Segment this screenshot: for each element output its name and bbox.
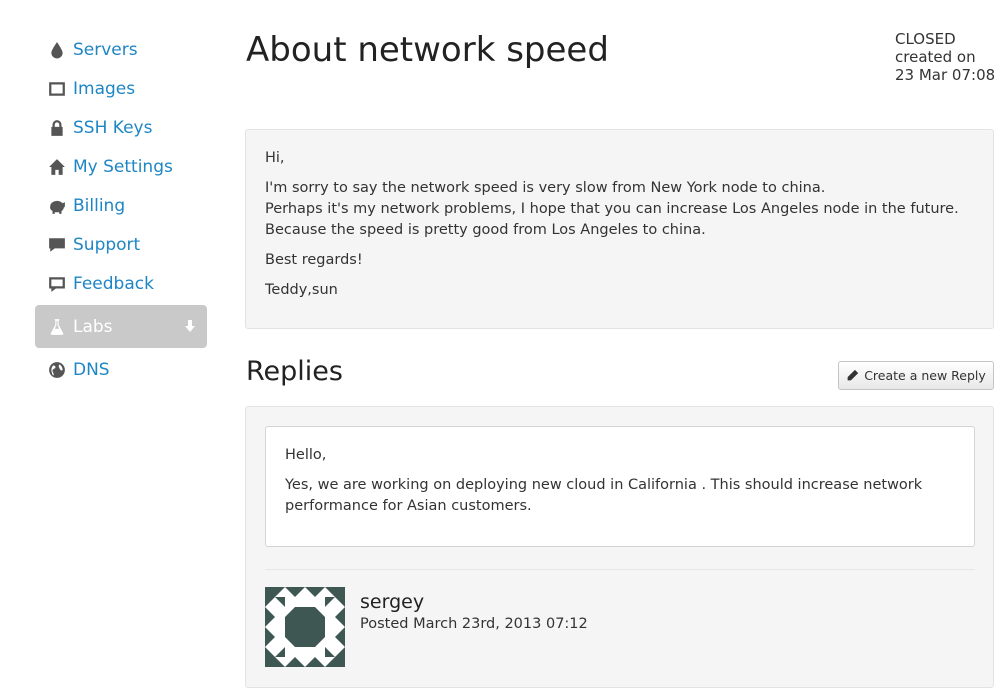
- image-icon: [47, 79, 67, 99]
- page-title: About network speed: [246, 30, 609, 70]
- sidebar-item-label: Support: [73, 234, 141, 255]
- reply-body: Yes, we are working on deploying new clo…: [285, 477, 923, 514]
- sidebar-item-billing[interactable]: Billing: [35, 186, 207, 225]
- replies-heading: Replies: [246, 356, 343, 387]
- sidebar-item-feedback[interactable]: Feedback: [35, 264, 207, 303]
- sidebar-item-label: SSH Keys: [73, 117, 153, 138]
- message-line: I'm sorry to say the network speed is ve…: [265, 180, 826, 196]
- avatar: [265, 587, 345, 667]
- message-signature: Teddy,sun: [265, 282, 338, 298]
- message-line: Perhaps it's my network problems, I hope…: [265, 201, 959, 217]
- sidebar-item-support[interactable]: Support: [35, 225, 207, 264]
- sidebar-item-ssh-keys[interactable]: SSH Keys: [35, 108, 207, 147]
- sidebar-item-images[interactable]: Images: [35, 69, 207, 108]
- ticket-message: Hi, I'm sorry to say the network speed i…: [245, 129, 994, 329]
- reply-author: sergey: [360, 591, 425, 613]
- sidebar-item-dns[interactable]: DNS: [35, 350, 207, 389]
- message-greeting: Hi,: [265, 150, 285, 166]
- sidebar-item-label: Billing: [73, 195, 126, 216]
- sidebar-item-label: Images: [73, 78, 136, 99]
- drop-icon: [47, 40, 67, 60]
- message-closing: Best regards!: [265, 252, 363, 268]
- sidebar-item-label: Labs: [73, 316, 113, 337]
- sidebar-item-label: DNS: [73, 359, 110, 380]
- sidebar-item-servers[interactable]: Servers: [35, 30, 207, 69]
- chat-bubble-icon: [47, 235, 67, 255]
- message-body: I'm sorry to say the network speed is ve…: [265, 178, 974, 241]
- reply-greeting: Hello,: [285, 447, 327, 463]
- lock-icon: [47, 118, 67, 138]
- create-reply-label: Create a new Reply: [864, 368, 986, 383]
- piggy-bank-icon: [47, 196, 67, 216]
- message-line: Because the speed is pretty good from Lo…: [265, 222, 706, 238]
- create-reply-button[interactable]: Create a new Reply: [838, 361, 994, 390]
- ticket-status: CLOSED created on 23 Mar 07:08: [895, 30, 995, 84]
- reply-card: Hello, Yes, we are working on deploying …: [265, 426, 975, 547]
- flask-icon: [47, 317, 67, 337]
- status-badge: CLOSED: [895, 30, 956, 48]
- sidebar-item-my-settings[interactable]: My Settings: [35, 147, 207, 186]
- sidebar-item-labs[interactable]: Labs: [35, 305, 207, 348]
- sidebar-item-label: My Settings: [73, 156, 173, 177]
- sidebar-nav: Servers Images SSH Keys My Settings Bill…: [35, 30, 207, 389]
- pencil-icon: [847, 369, 859, 381]
- comment-icon: [47, 274, 67, 294]
- created-date: 23 Mar 07:08: [895, 66, 996, 84]
- arrow-down-icon: [185, 317, 195, 337]
- reply-timestamp: Posted March 23rd, 2013 07:12: [360, 616, 588, 632]
- home-icon: [47, 157, 67, 177]
- sidebar-item-label: Servers: [73, 39, 138, 60]
- sidebar-item-label: Feedback: [73, 273, 154, 294]
- created-label: created on: [895, 48, 976, 66]
- divider: [265, 569, 975, 570]
- globe-icon: [47, 360, 67, 380]
- replies-panel: Hello, Yes, we are working on deploying …: [245, 406, 994, 688]
